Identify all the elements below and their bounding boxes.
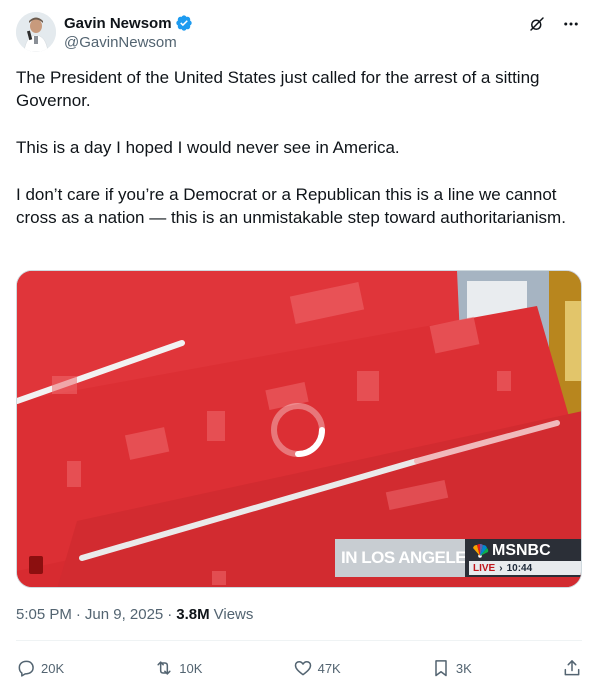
tweet-text: The President of the United States just … (16, 66, 582, 229)
grok-icon[interactable] (524, 12, 550, 36)
peacock-icon (473, 544, 489, 558)
repost-button[interactable]: 10K (154, 658, 202, 678)
action-bar: 20K 10K 47K 3K (16, 652, 582, 684)
avatar[interactable] (16, 12, 56, 52)
tweet-paragraph: I don’t care if you’re a Democrat or a R… (16, 185, 566, 227)
reply-icon (18, 660, 34, 677)
live-label: LIVE (473, 562, 496, 574)
reply-button[interactable]: 20K (16, 658, 64, 678)
share-icon (564, 660, 580, 676)
repost-icon (157, 661, 171, 675)
loading-spinner-icon (271, 403, 325, 457)
tweet-paragraph: This is a day I hoped I would never see … (16, 138, 400, 157)
more-icon[interactable] (558, 12, 584, 36)
repost-count: 10K (179, 660, 203, 676)
bookmark-icon (435, 660, 447, 677)
network-name: MSNBC (492, 542, 551, 559)
post-time[interactable]: 5:05 PM (16, 606, 72, 623)
avatar-image (16, 12, 56, 52)
live-time: 10:44 (506, 562, 533, 574)
tweet-paragraph: The President of the United States just … (16, 68, 540, 110)
tweet-meta: 5:05 PM · Jun 9, 2025 · 3.8M Views (16, 606, 254, 623)
video-player[interactable]: IN LOS ANGELES MSNBC LIVE › 10:44 (16, 270, 582, 588)
bookmark-count: 3K (455, 660, 472, 676)
post-date[interactable]: Jun 9, 2025 (85, 606, 163, 623)
like-button[interactable]: 47K (293, 658, 341, 678)
handle[interactable]: @GavinNewsom (64, 34, 193, 51)
live-bar: LIVE › 10:44 (469, 561, 581, 575)
bookmark-button[interactable]: 3K (431, 658, 472, 678)
news-banner: IN LOS ANGELES (335, 539, 481, 577)
views-count: 3.8M (176, 606, 210, 623)
views-label: Views (213, 606, 254, 623)
verified-badge-icon[interactable] (175, 14, 193, 32)
network-bug: MSNBC LIVE › 10:44 (465, 539, 581, 577)
divider (16, 640, 582, 641)
heart-icon (294, 661, 311, 676)
display-name[interactable]: Gavin Newsom (64, 15, 172, 32)
share-button[interactable] (562, 658, 582, 678)
like-count: 47K (317, 660, 341, 676)
banner-text: IN LOS ANGELES (341, 548, 477, 567)
tweet-header: Gavin Newsom @GavinNewsom (16, 12, 584, 56)
video-indicator (29, 556, 43, 574)
reply-count: 20K (41, 660, 65, 676)
